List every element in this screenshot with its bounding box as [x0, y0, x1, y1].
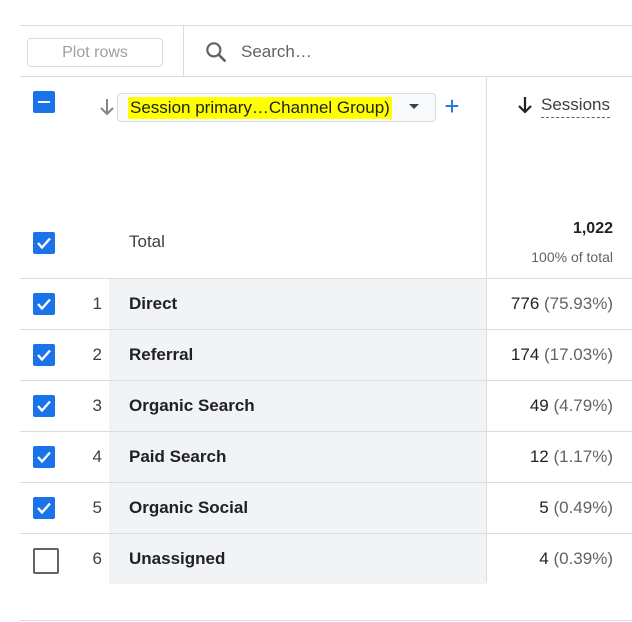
row-sessions: 12 [529, 447, 549, 466]
row-sessions: 4 [539, 549, 549, 568]
total-checkbox[interactable] [33, 232, 55, 254]
header-divider [20, 76, 632, 77]
table-row[interactable]: 4 Paid Search 12 (1.17%) [20, 432, 632, 483]
row-name: Organic Social [129, 498, 249, 517]
row-checkbox[interactable] [33, 395, 55, 417]
row-value: 5 (0.49%) [488, 483, 613, 533]
table-row[interactable]: 2 Referral 174 (17.03%) [20, 330, 632, 381]
total-percent: 100% of total [531, 249, 613, 265]
row-checkbox[interactable] [33, 548, 59, 574]
row-name: Organic Search [129, 396, 255, 415]
row-value: 776 (75.93%) [488, 279, 613, 329]
total-value: 1,022 [572, 220, 613, 237]
row-value: 12 (1.17%) [488, 432, 613, 482]
row-percent: (4.79%) [553, 396, 613, 415]
row-sessions: 776 [510, 294, 540, 313]
bottom-divider [20, 620, 632, 621]
row-name: Referral [129, 345, 194, 364]
row-name: Direct [129, 294, 178, 313]
row-index: 5 [92, 498, 102, 517]
row-index: 2 [92, 345, 102, 364]
table-row[interactable]: 5 Organic Social 5 (0.49%) [20, 483, 632, 534]
row-sessions: 174 [510, 345, 540, 364]
sort-descending-icon[interactable] [516, 95, 534, 115]
row-name: Paid Search [129, 447, 227, 466]
search-input[interactable] [241, 38, 601, 66]
row-percent: (17.03%) [544, 345, 613, 364]
row-percent: (75.93%) [544, 294, 613, 313]
top-divider [20, 25, 632, 26]
toolbar-divider [183, 26, 184, 76]
row-value: 4 (0.39%) [488, 534, 613, 584]
table-row[interactable]: 3 Organic Search 49 (4.79%) [20, 381, 632, 432]
table-row[interactable]: 6 Unassigned 4 (0.39%) [20, 534, 632, 585]
sessions-column-header[interactable]: Sessions [541, 94, 610, 118]
dimension-label[interactable]: Session primary…Channel Group) [128, 97, 392, 119]
chevron-down-icon[interactable] [409, 104, 419, 109]
add-dimension-button[interactable]: + [441, 93, 463, 119]
sort-arrow-icon[interactable] [98, 97, 116, 117]
row-percent: (0.49%) [553, 498, 613, 517]
row-checkbox[interactable] [33, 293, 55, 315]
row-index: 3 [92, 396, 102, 415]
total-label: Total [129, 232, 165, 251]
row-checkbox[interactable] [33, 344, 55, 366]
row-index: 1 [92, 294, 102, 313]
search-icon[interactable] [203, 39, 229, 65]
table-row[interactable]: 1 Direct 776 (75.93%) [20, 279, 632, 330]
row-percent: (1.17%) [553, 447, 613, 466]
row-index: 6 [92, 549, 102, 568]
row-sessions: 5 [539, 498, 549, 517]
select-all-checkbox[interactable] [33, 91, 55, 113]
row-name: Unassigned [129, 549, 226, 568]
row-sessions: 49 [529, 396, 549, 415]
plot-rows-button[interactable]: Plot rows [27, 38, 163, 67]
row-checkbox[interactable] [33, 497, 55, 519]
row-value: 49 (4.79%) [488, 381, 613, 431]
row-percent: (0.39%) [553, 549, 613, 568]
row-checkbox[interactable] [33, 446, 55, 468]
row-value: 174 (17.03%) [488, 330, 613, 380]
row-index: 4 [92, 447, 102, 466]
